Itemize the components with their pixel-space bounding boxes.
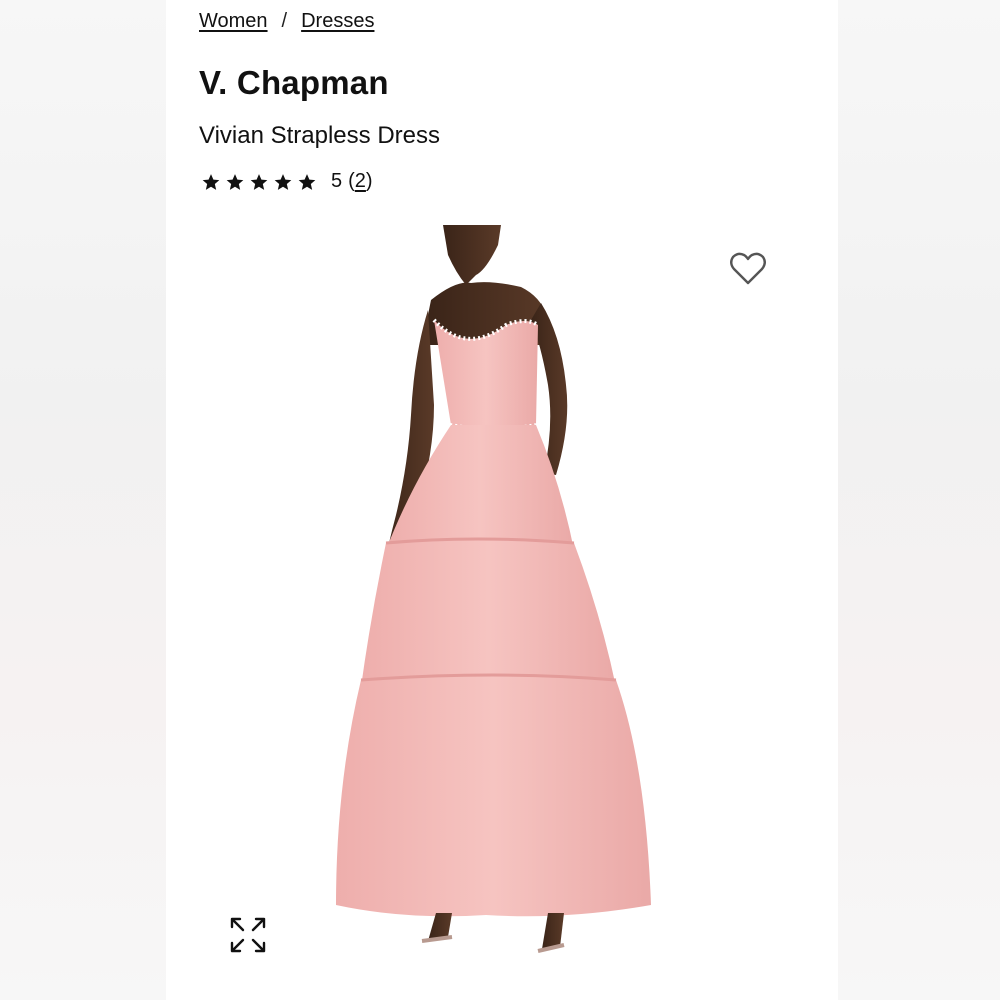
background-blur-left <box>0 0 166 1000</box>
star-filled-icon <box>274 173 292 190</box>
heart-outline-icon[interactable] <box>728 250 768 288</box>
star-filled-icon <box>250 173 268 190</box>
product-image[interactable] <box>166 225 838 1000</box>
breadcrumb: Women / Dresses <box>199 10 374 33</box>
expand-arrows-icon[interactable] <box>228 915 268 955</box>
model-dress-photo <box>336 225 651 953</box>
brand-name[interactable]: V. Chapman <box>199 64 389 102</box>
breadcrumb-link-dresses[interactable]: Dresses <box>301 10 374 33</box>
star-filled-icon <box>298 173 316 190</box>
review-count[interactable]: (2) <box>348 170 372 193</box>
rating-summary[interactable]: 5 (2) <box>201 170 373 193</box>
product-page: Women / Dresses V. Chapman Vivian Strapl… <box>166 0 838 1000</box>
product-title: Vivian Strapless Dress <box>199 122 440 149</box>
rating-score: 5 <box>331 170 343 192</box>
review-count-close: ) <box>365 170 373 192</box>
review-count-open: ( <box>348 170 355 192</box>
review-count-value[interactable]: 2 <box>355 170 366 192</box>
breadcrumb-separator: / <box>281 10 288 32</box>
star-filled-icon <box>226 173 244 190</box>
breadcrumb-link-women[interactable]: Women <box>199 10 268 33</box>
star-filled-icon <box>202 173 220 190</box>
background-blur-right <box>838 0 1000 1000</box>
star-rating <box>201 172 317 192</box>
